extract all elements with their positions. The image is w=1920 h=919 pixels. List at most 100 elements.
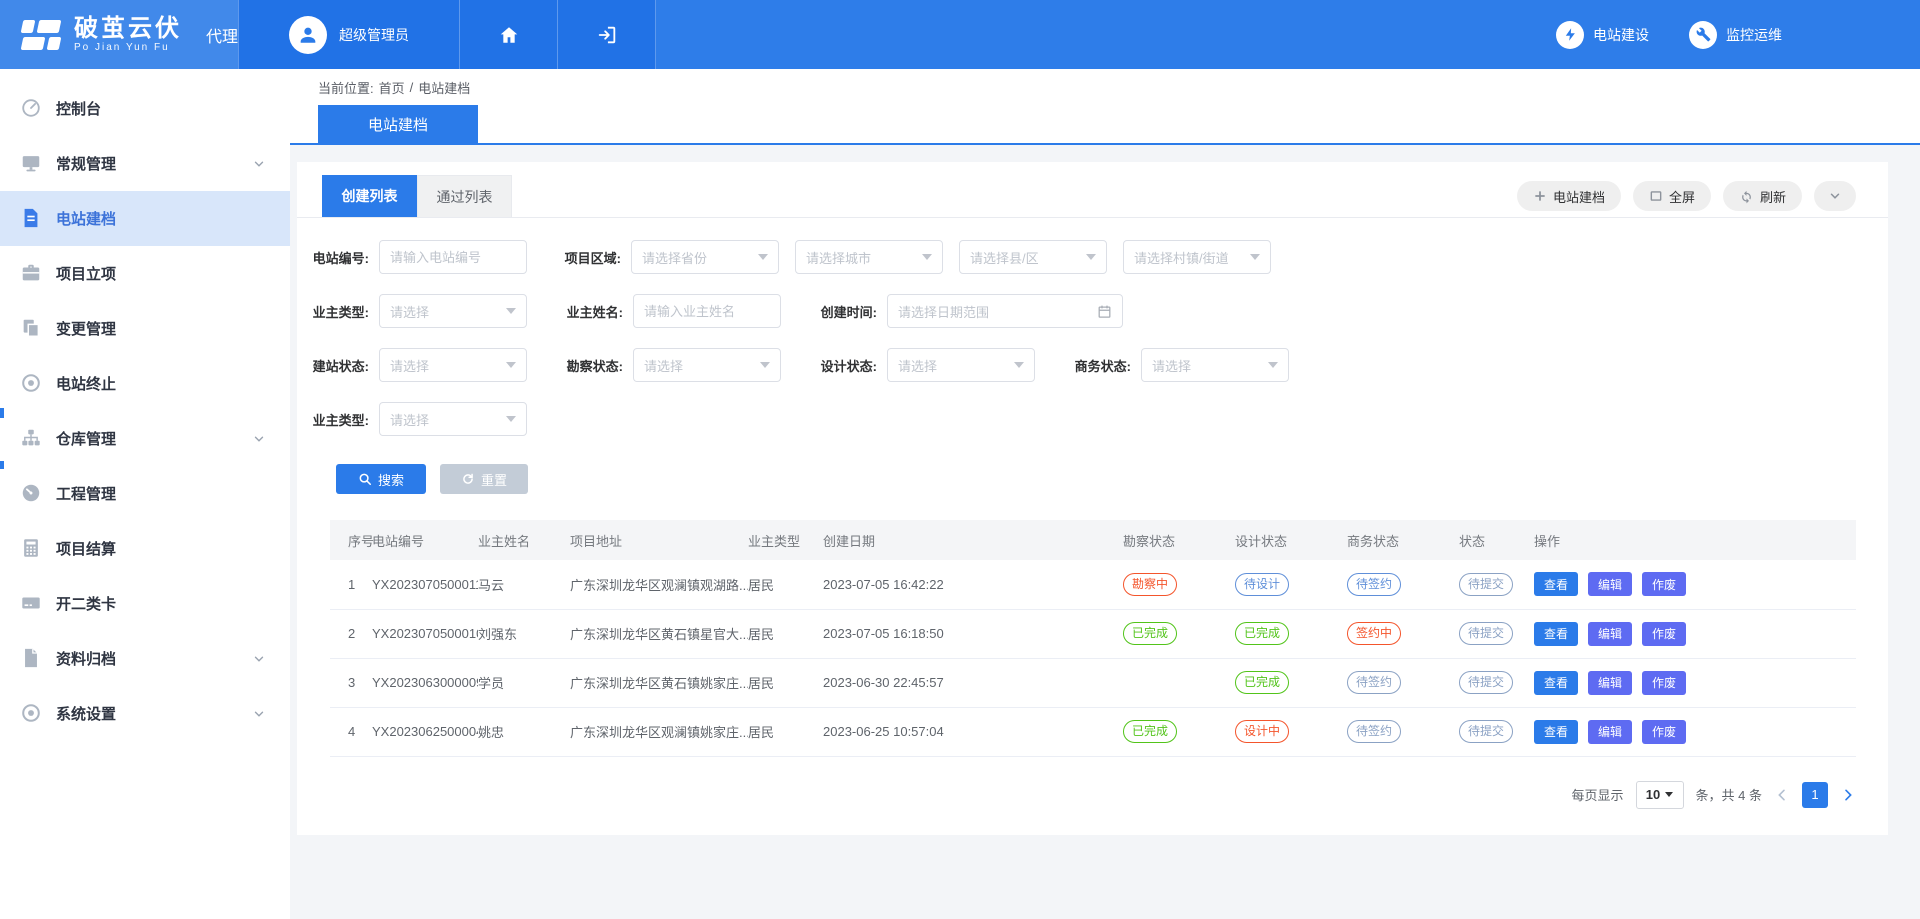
chevron-down-icon	[252, 432, 266, 446]
table-row: 4YX2023062500004姚忠广东深圳龙华区观澜镇姚家庄...居民2023…	[330, 707, 1856, 756]
status-badge: 待提交	[1459, 573, 1513, 596]
owner-name-label: 业主姓名:	[553, 302, 623, 321]
sidebar-item-file[interactable]: 资料归档	[0, 631, 290, 686]
station-no-input[interactable]	[390, 250, 516, 265]
owner-type2-select[interactable]: 请选择	[379, 402, 527, 436]
prev-page-button[interactable]	[1774, 787, 1790, 803]
table-cell: 居民	[748, 560, 823, 609]
status-cell: 待设计	[1235, 560, 1347, 609]
owner-type-select[interactable]: 请选择	[379, 294, 527, 328]
date-range-picker[interactable]: 请选择日期范围	[887, 294, 1123, 328]
table-cell: 居民	[748, 658, 823, 707]
page-tab-strip: 电站建档	[290, 105, 1920, 145]
status-badge: 已完成	[1235, 622, 1289, 645]
view-button[interactable]: 查看	[1534, 720, 1578, 744]
search-button[interactable]: 搜索	[336, 464, 426, 494]
sidebar-item-label: 电站建档	[56, 208, 266, 229]
collapse-toolbar-button[interactable]	[1814, 181, 1856, 211]
sidebar-item-dashboard[interactable]: 控制台	[0, 81, 290, 136]
status-cell: 已完成	[1235, 658, 1347, 707]
tab-passed-list[interactable]: 通过列表	[417, 175, 512, 217]
status-cell: 待提交	[1459, 707, 1534, 756]
nav-station-build[interactable]: 电站建设	[1556, 21, 1649, 49]
top-header: 破茧云伏 Po Jian Yun Fu 代理端 超级管理员	[0, 0, 1920, 69]
status-cell: 待签约	[1347, 658, 1459, 707]
view-button[interactable]: 查看	[1534, 622, 1578, 646]
column-header: 序号	[330, 520, 372, 560]
page-number-button[interactable]: 1	[1802, 782, 1828, 808]
sidebar-item-label: 控制台	[56, 98, 266, 119]
table-cell: 2	[330, 609, 372, 658]
plus-icon	[1533, 189, 1547, 203]
void-button[interactable]: 作废	[1642, 720, 1686, 744]
status-cell: 待提交	[1459, 560, 1534, 609]
logout-button[interactable]	[558, 0, 656, 69]
build-status-select[interactable]: 请选择	[379, 348, 527, 382]
business-status-select[interactable]: 请选择	[1141, 348, 1289, 382]
fullscreen-button[interactable]: 全屏	[1633, 181, 1711, 211]
county-select[interactable]: 请选择县/区	[959, 240, 1107, 274]
table-cell: 居民	[748, 609, 823, 658]
business-status-label: 商务状态:	[1061, 356, 1131, 375]
caret-down-icon	[506, 416, 516, 422]
status-cell: 已完成	[1235, 609, 1347, 658]
reset-button[interactable]: 重置	[440, 464, 528, 494]
caret-down-icon	[922, 254, 932, 260]
view-button[interactable]: 查看	[1534, 671, 1578, 695]
survey-status-select[interactable]: 请选择	[633, 348, 781, 382]
void-button[interactable]: 作废	[1642, 572, 1686, 596]
user-menu[interactable]: 超级管理员	[238, 0, 460, 69]
home-button[interactable]	[460, 0, 558, 69]
owner-name-input[interactable]	[644, 304, 770, 319]
sidebar-item-gauge[interactable]: 工程管理	[0, 466, 290, 521]
sidebar-item-sitemap[interactable]: 仓库管理	[0, 411, 290, 466]
page-tab-station-archive[interactable]: 电站建档	[318, 105, 478, 143]
edit-button[interactable]: 编辑	[1588, 720, 1632, 744]
edit-button[interactable]: 编辑	[1588, 622, 1632, 646]
table-cell: 马云	[478, 560, 570, 609]
nav-monitor-ops[interactable]: 监控运维	[1689, 21, 1782, 49]
void-button[interactable]: 作废	[1642, 622, 1686, 646]
caret-down-icon	[1268, 362, 1278, 368]
briefcase-icon	[20, 262, 44, 286]
create-station-button[interactable]: 电站建档	[1517, 181, 1621, 211]
next-page-button[interactable]	[1840, 787, 1856, 803]
calculator-icon	[20, 537, 44, 561]
breadcrumb-home-link[interactable]: 首页	[379, 78, 405, 97]
status-cell: 签约中	[1347, 609, 1459, 658]
sidebar-item-settings[interactable]: 系统设置	[0, 686, 290, 741]
edit-button[interactable]: 编辑	[1588, 671, 1632, 695]
sidebar-scrollbar-mark	[0, 461, 4, 469]
province-select[interactable]: 请选择省份	[631, 240, 779, 274]
status-cell: 已完成	[1123, 609, 1235, 658]
view-button[interactable]: 查看	[1534, 572, 1578, 596]
copy-icon	[20, 317, 44, 341]
column-header: 勘察状态	[1123, 520, 1235, 560]
sidebar-item-calculator[interactable]: 项目结算	[0, 521, 290, 576]
sidebar-item-file-text[interactable]: 电站建档	[0, 191, 290, 246]
design-status-select[interactable]: 请选择	[887, 348, 1035, 382]
sidebar-item-label: 变更管理	[56, 318, 266, 339]
sidebar-item-card[interactable]: 开二类卡	[0, 576, 290, 631]
village-select[interactable]: 请选择村镇/街道	[1123, 240, 1271, 274]
tab-create-list[interactable]: 创建列表	[322, 175, 417, 217]
status-cell: 勘察中	[1123, 560, 1235, 609]
sidebar-item-label: 仓库管理	[56, 428, 252, 449]
refresh-button[interactable]: 刷新	[1723, 181, 1802, 211]
app-logo: 破茧云伏 Po Jian Yun Fu 代理端	[0, 0, 238, 69]
table-cell: 2023-06-25 10:57:04	[823, 707, 1123, 756]
sidebar-item-monitor[interactable]: 常规管理	[0, 136, 290, 191]
sidebar-item-label: 系统设置	[56, 703, 252, 724]
sidebar-item-copy[interactable]: 变更管理	[0, 301, 290, 356]
station-no-label: 电站编号:	[299, 248, 369, 267]
city-select[interactable]: 请选择城市	[795, 240, 943, 274]
void-button[interactable]: 作废	[1642, 671, 1686, 695]
status-badge: 已完成	[1123, 720, 1177, 743]
edit-button[interactable]: 编辑	[1588, 572, 1632, 596]
sidebar-item-briefcase[interactable]: 项目立项	[0, 246, 290, 301]
status-cell: 设计中	[1235, 707, 1347, 756]
status-badge: 待签约	[1347, 720, 1401, 743]
sidebar-item-disc[interactable]: 电站终止	[0, 356, 290, 411]
status-badge: 待签约	[1347, 671, 1401, 694]
per-page-select[interactable]: 10	[1636, 781, 1684, 809]
